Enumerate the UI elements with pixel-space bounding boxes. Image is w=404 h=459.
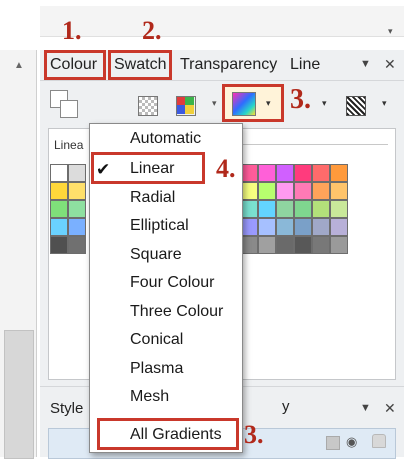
fill-stroke-swap-icon[interactable] — [50, 90, 80, 120]
swatch-cell[interactable] — [276, 200, 294, 218]
menu-item-conical[interactable]: Conical — [130, 331, 183, 349]
gradient-type-button[interactable] — [232, 92, 256, 116]
pattern-dropdown-icon[interactable]: ▾ — [382, 98, 387, 109]
tab-colour-highlight — [44, 50, 106, 80]
menu-item-automatic[interactable]: Automatic — [130, 130, 201, 148]
tab-swatch-highlight — [108, 50, 172, 80]
swatch-cell[interactable] — [258, 200, 276, 218]
swatch-cell[interactable] — [294, 200, 312, 218]
swatch-cell[interactable] — [68, 218, 86, 236]
swatch-group-divider — [228, 144, 388, 145]
swatch-cell[interactable] — [294, 182, 312, 200]
swatch-cell[interactable] — [330, 182, 348, 200]
tab-line[interactable]: Line — [290, 56, 320, 74]
styles-close-icon[interactable]: ✕ — [384, 400, 396, 417]
step-4-marker: 4. — [216, 154, 236, 183]
menu-item-plasma[interactable]: Plasma — [130, 360, 183, 378]
visibility-eye-icon[interactable]: ◉ — [346, 434, 357, 450]
swatch-cell[interactable] — [312, 218, 330, 236]
swatch-grid-left — [50, 164, 90, 274]
swatch-cell[interactable] — [294, 236, 312, 254]
swatch-cell[interactable] — [294, 218, 312, 236]
swatch-cell[interactable] — [276, 218, 294, 236]
swatch-cell[interactable] — [312, 236, 330, 254]
step-1-marker: 1. — [62, 16, 82, 45]
menu-item-mesh[interactable]: Mesh — [130, 388, 169, 406]
swatch-cell[interactable] — [276, 164, 294, 182]
swatch-cell[interactable] — [276, 236, 294, 254]
menu-item-all-gradients-highlight — [97, 418, 239, 450]
lock-icon[interactable] — [372, 434, 386, 448]
swatch-cell[interactable] — [258, 164, 276, 182]
panel-menu-icon[interactable]: ▼ — [360, 58, 371, 70]
swatch-cell[interactable] — [330, 218, 348, 236]
swatch-cell[interactable] — [68, 164, 86, 182]
swatch-cell[interactable] — [276, 182, 294, 200]
styles-menu-icon[interactable]: ▼ — [360, 402, 371, 414]
menu-item-radial[interactable]: Radial — [130, 189, 175, 207]
menu-item-four-colour[interactable]: Four Colour — [130, 274, 214, 292]
pattern-icon[interactable] — [346, 96, 366, 116]
overflow-icon[interactable]: ▾ — [388, 26, 393, 37]
swatch-cell[interactable] — [50, 164, 68, 182]
menu-item-elliptical[interactable]: Elliptical — [130, 217, 189, 235]
left-scroll-thumb[interactable] — [4, 330, 34, 459]
top-bar — [40, 6, 404, 37]
panel-close-icon[interactable]: ✕ — [384, 56, 396, 73]
swatch-cell[interactable] — [330, 164, 348, 182]
swatch-cell[interactable] — [68, 236, 86, 254]
swatch-cell[interactable] — [50, 218, 68, 236]
swatch-grid-right — [240, 164, 384, 274]
tab-transparency[interactable]: Transparency — [180, 56, 277, 74]
swatch-cell[interactable] — [68, 200, 86, 218]
colour-palette-icon[interactable] — [176, 96, 196, 116]
layer-square-icon[interactable] — [326, 436, 340, 450]
scroll-up-arrow-icon[interactable]: ▲ — [14, 60, 24, 71]
styles-panel-title[interactable]: Style — [50, 400, 83, 417]
step-3-marker-menu: 3. — [244, 420, 264, 449]
swatch-cell[interactable] — [258, 218, 276, 236]
swatch-cell[interactable] — [294, 164, 312, 182]
menu-item-linear[interactable]: Linear — [130, 160, 174, 178]
toolbar-overflow-arrow-icon[interactable]: ▾ — [322, 98, 327, 109]
swatch-cell[interactable] — [258, 236, 276, 254]
swatch-cell[interactable] — [312, 164, 330, 182]
gradient-dropdown-arrow-icon[interactable]: ▾ — [266, 98, 271, 109]
swatch-cell[interactable] — [258, 182, 276, 200]
transparent-swatch-icon[interactable] — [138, 96, 158, 116]
step-3-marker-toolbar: 3. — [290, 84, 311, 115]
swatch-cell[interactable] — [330, 200, 348, 218]
step-2-marker: 2. — [142, 16, 162, 45]
styles-partial-label: y — [282, 398, 290, 415]
swatch-group-label: Linea — [54, 138, 84, 152]
swatch-cell[interactable] — [68, 182, 86, 200]
swatch-cell[interactable] — [312, 182, 330, 200]
swatch-cell[interactable] — [50, 236, 68, 254]
palette-dropdown-icon[interactable]: ▾ — [212, 98, 217, 109]
swatch-cell[interactable] — [50, 182, 68, 200]
swatch-cell[interactable] — [312, 200, 330, 218]
menu-item-three-colour[interactable]: Three Colour — [130, 303, 223, 321]
menu-item-square[interactable]: Square — [130, 246, 182, 264]
swatch-cell[interactable] — [50, 200, 68, 218]
swatch-cell[interactable] — [330, 236, 348, 254]
